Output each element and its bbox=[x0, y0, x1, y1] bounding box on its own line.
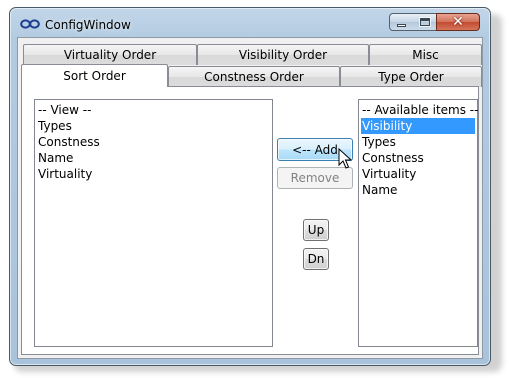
tab-label: Sort Order bbox=[63, 69, 126, 83]
move-up-button[interactable]: Up bbox=[303, 219, 329, 241]
minimize-button[interactable] bbox=[389, 13, 414, 31]
list-item[interactable]: Name bbox=[37, 150, 270, 166]
list-item[interactable]: -- View -- bbox=[37, 102, 270, 118]
list-item[interactable]: Constness bbox=[37, 134, 270, 150]
tab-label: Type Order bbox=[378, 70, 444, 84]
tab-label: Constness Order bbox=[204, 70, 304, 84]
move-down-button[interactable]: Dn bbox=[303, 248, 329, 270]
add-button-label: <-- Add bbox=[292, 142, 338, 157]
list-item[interactable]: Virtuality bbox=[361, 166, 475, 182]
list-item[interactable]: Virtuality bbox=[37, 166, 270, 182]
list-item-selected[interactable]: Visibility bbox=[361, 118, 475, 134]
view-listbox[interactable]: -- View -- Types Constness Name Virtuali… bbox=[34, 99, 273, 347]
close-icon: ✕ bbox=[452, 14, 464, 30]
list-item[interactable]: Constness bbox=[361, 150, 475, 166]
list-item[interactable]: -- Available items -- bbox=[361, 102, 478, 118]
title-bar[interactable]: ConfigWindow ✕ bbox=[10, 8, 490, 38]
list-item[interactable]: Name bbox=[361, 182, 475, 198]
sort-order-panel: -- View -- Types Constness Name Virtuali… bbox=[21, 86, 479, 355]
tab-constness-order[interactable]: Constness Order bbox=[168, 66, 340, 87]
close-button[interactable]: ✕ bbox=[436, 13, 480, 31]
available-items-listbox[interactable]: -- Available items -- Visibility Types C… bbox=[358, 99, 478, 347]
tab-sort-order[interactable]: Sort Order bbox=[21, 64, 168, 87]
tab-type-order[interactable]: Type Order bbox=[340, 66, 482, 87]
tab-visibility-order[interactable]: Visibility Order bbox=[197, 44, 369, 65]
tab-label: Virtuality Order bbox=[63, 48, 157, 62]
remove-button-label: Remove bbox=[290, 171, 340, 185]
minimize-icon bbox=[397, 23, 406, 27]
mouse-pointer-icon bbox=[338, 148, 352, 169]
maximize-icon bbox=[419, 18, 430, 26]
infinity-icon bbox=[20, 19, 40, 29]
tab-misc[interactable]: Misc bbox=[369, 44, 482, 65]
down-button-label: Dn bbox=[307, 252, 325, 266]
list-item[interactable]: Types bbox=[37, 118, 270, 134]
client-area: Virtuality Order Visibility Order Misc S… bbox=[17, 37, 483, 359]
remove-button[interactable]: Remove bbox=[277, 167, 353, 189]
up-button-label: Up bbox=[307, 223, 325, 237]
tab-label: Misc bbox=[412, 48, 439, 62]
tab-virtuality-order[interactable]: Virtuality Order bbox=[23, 44, 197, 65]
window-title: ConfigWindow bbox=[45, 18, 131, 32]
config-window: ConfigWindow ✕ Virtuality Order Visibili… bbox=[9, 7, 491, 366]
maximize-button[interactable] bbox=[413, 13, 437, 31]
tab-label: Visibility Order bbox=[238, 48, 328, 62]
list-item[interactable]: Types bbox=[361, 134, 475, 150]
